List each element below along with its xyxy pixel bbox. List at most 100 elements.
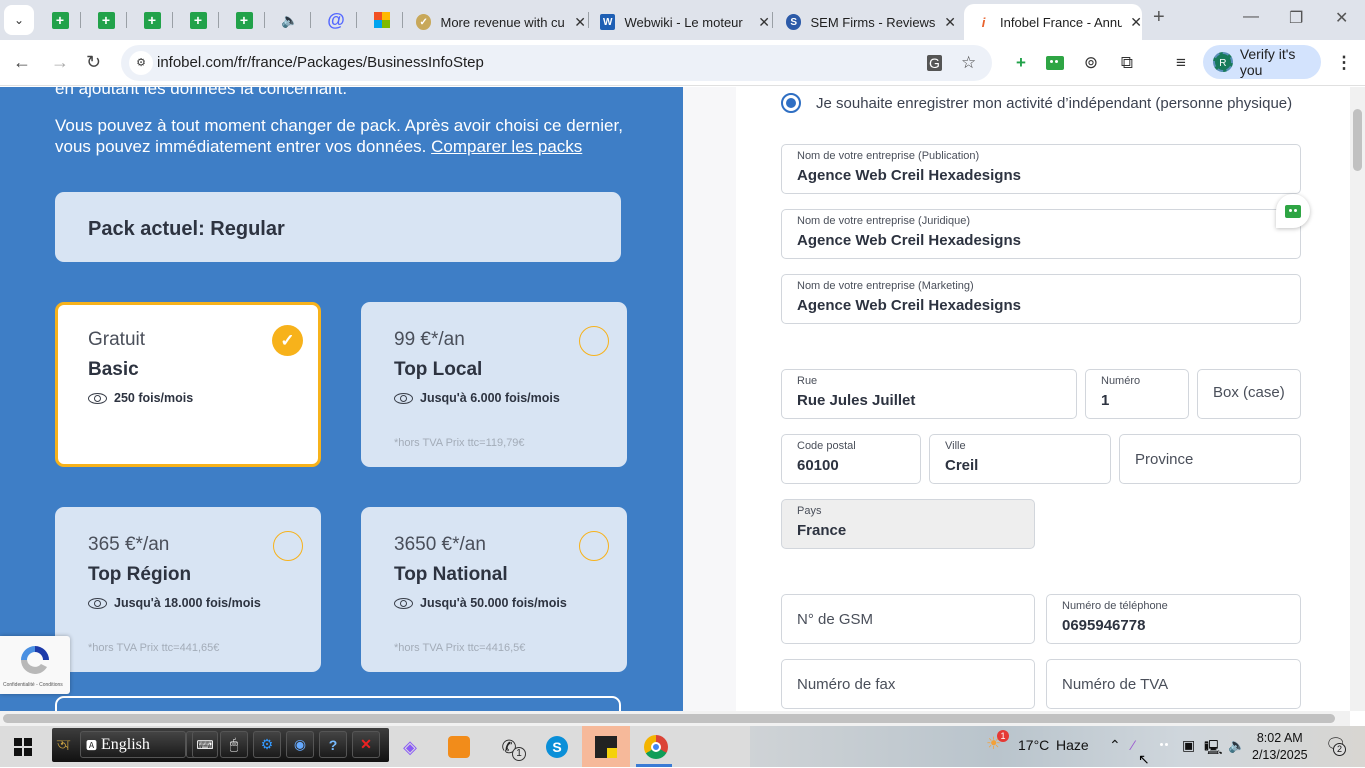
pack-radio[interactable]: [273, 531, 303, 561]
keyboard-icon[interactable]: ⌨: [192, 731, 218, 758]
close-window-button[interactable]: ✕: [1335, 8, 1348, 28]
sticky-notes-icon[interactable]: [591, 732, 621, 762]
pinned-tab[interactable]: [372, 10, 392, 30]
skype-icon[interactable]: S: [542, 732, 572, 762]
pack-card-top-region[interactable]: 365 €*/an Top Région Jusqu'à 18.000 fois…: [55, 507, 321, 672]
tab-more-revenue[interactable]: ✓ More revenue with cu ✕: [406, 4, 586, 40]
compare-packs-link[interactable]: Comparer les packs: [431, 137, 582, 156]
mouse-icon[interactable]: 🖱: [220, 731, 248, 758]
language-select[interactable]: 🅰 English: [80, 731, 186, 758]
roboform-fill-badge[interactable]: [1276, 194, 1310, 228]
close-tab-icon[interactable]: ✕: [944, 14, 956, 31]
extensions-puzzle-icon[interactable]: ⧉: [1116, 52, 1138, 74]
box-field[interactable]: Box (case): [1197, 369, 1301, 419]
weather-condition[interactable]: Haze: [1056, 737, 1089, 753]
copilot-icon[interactable]: ◈: [395, 732, 425, 762]
fax-field[interactable]: Numéro de fax: [781, 659, 1035, 709]
pinned-tab[interactable]: 🔈: [280, 10, 300, 30]
reload-button[interactable]: ↻: [86, 52, 101, 73]
bookmark-star-icon[interactable]: ☆: [961, 53, 976, 73]
system-clock[interactable]: 8:02 AM 2/13/2025: [1252, 730, 1308, 764]
at-sign-icon: @: [327, 9, 345, 30]
mobile-field[interactable]: N° de GSM: [781, 594, 1035, 644]
bengali-input-icon[interactable]: অ: [57, 734, 70, 759]
back-button[interactable]: ←: [13, 52, 31, 73]
google-sheets-icon: +: [97, 11, 115, 29]
url-text[interactable]: infobel.com/fr/france/Packages/BusinessI…: [157, 54, 484, 71]
pack-card-top-local[interactable]: 99 €*/an Top Local Jusqu'à 6.000 fois/mo…: [361, 302, 627, 467]
roboform-icon[interactable]: [1044, 52, 1066, 74]
new-tab-button[interactable]: +: [1153, 6, 1165, 29]
notifications-icon[interactable]: 🗨2: [1325, 735, 1347, 756]
page-viewport: en ajoutant les données la concernant. V…: [0, 87, 1350, 711]
number-field[interactable]: Numéro 1: [1085, 369, 1189, 419]
vertical-scrollbar[interactable]: [1350, 87, 1365, 711]
pinned-tab[interactable]: +: [96, 10, 116, 30]
settings-gear-icon[interactable]: ⚙: [253, 731, 281, 758]
horizontal-scrollbar[interactable]: [0, 711, 1350, 726]
scroll-thumb[interactable]: [1353, 109, 1362, 171]
pinned-tab[interactable]: @: [326, 10, 346, 30]
language-bar: অ 🅰 English ▼ ⌨ 🖱 ⚙ ◉ ? ✕: [52, 728, 389, 762]
weather-temp[interactable]: 17°C: [1018, 737, 1049, 753]
tab-separator: [310, 12, 311, 28]
forward-button[interactable]: →: [51, 52, 69, 73]
independent-option[interactable]: Je souhaite enregistrer mon activité d’i…: [781, 93, 1292, 113]
windows-start-button[interactable]: [14, 738, 32, 756]
menu-kebab-icon[interactable]: ⋮: [1333, 52, 1355, 74]
pinned-tab[interactable]: +: [234, 10, 254, 30]
pack-radio[interactable]: [579, 326, 609, 356]
tab-infobel[interactable]: i Infobel France - Annu ✕: [964, 4, 1142, 40]
city-field[interactable]: Ville Creil: [929, 434, 1111, 484]
street-field[interactable]: Rue Rue Jules Juillet: [781, 369, 1077, 419]
vat-field[interactable]: Numéro de TVA: [1046, 659, 1301, 709]
recaptcha-badge[interactable]: Confidentialité - Conditions: [0, 636, 70, 694]
maximize-button[interactable]: ❐: [1289, 8, 1303, 28]
postal-code-field[interactable]: Code postal 60100: [781, 434, 921, 484]
pinned-tab[interactable]: +: [50, 10, 70, 30]
close-tab-icon[interactable]: ✕: [1130, 14, 1142, 31]
profile-verify-button[interactable]: R Verify it's you: [1203, 45, 1321, 79]
tab-webwiki[interactable]: W Webwiki - Le moteur ✕: [590, 4, 770, 40]
globe-icon[interactable]: ◉: [286, 731, 314, 758]
pack-card-partial[interactable]: [55, 696, 621, 711]
pack-card-basic[interactable]: Gratuit Basic 250 fois/mois ✓: [55, 302, 321, 467]
minimize-button[interactable]: —: [1243, 8, 1259, 26]
scroll-thumb[interactable]: [3, 714, 1335, 723]
pinned-tab[interactable]: +: [142, 10, 162, 30]
phone-field[interactable]: Numéro de téléphone 0695946778: [1046, 594, 1301, 644]
screenshot-app-icon[interactable]: [444, 732, 474, 762]
close-tab-icon[interactable]: ✕: [574, 14, 586, 31]
province-field[interactable]: Province: [1119, 434, 1301, 484]
camera-icon[interactable]: ▣: [1182, 737, 1195, 754]
radio-selected-icon[interactable]: [781, 93, 801, 113]
pinned-tab[interactable]: +: [188, 10, 208, 30]
whatsapp-icon[interactable]: ✆ 1: [494, 732, 526, 762]
company-publication-field[interactable]: Nom de votre entreprise (Publication) Ag…: [781, 144, 1301, 194]
show-hidden-icons-chevron[interactable]: ⌃: [1109, 737, 1121, 754]
media-control-icon[interactable]: ≡: [1170, 52, 1192, 74]
extension-link-icon[interactable]: ⊚: [1080, 52, 1102, 74]
translate-icon[interactable]: G: [927, 55, 942, 71]
weather-icon[interactable]: ☀ 1: [986, 730, 1009, 754]
pack-card-top-national[interactable]: 3650 €*/an Top National Jusqu'à 50.000 f…: [361, 507, 627, 672]
volume-icon[interactable]: 🔈: [1228, 737, 1245, 754]
tab-sem-firms[interactable]: S SEM Firms - Reviews ✕: [776, 4, 956, 40]
address-bar[interactable]: ⚙ infobel.com/fr/france/Packages/Busines…: [121, 45, 992, 81]
pen-icon[interactable]: ⁄: [1132, 737, 1134, 753]
tab-separator: [402, 12, 403, 28]
webwiki-icon: W: [600, 14, 616, 30]
tab-search-button[interactable]: ⌄: [4, 5, 34, 35]
chrome-icon[interactable]: [641, 732, 671, 762]
extension-add-icon[interactable]: +: [1010, 52, 1032, 74]
check-selected-icon[interactable]: ✓: [272, 325, 303, 356]
help-icon[interactable]: ?: [319, 731, 347, 758]
close-langbar-icon[interactable]: ✕: [352, 731, 380, 758]
site-info-icon[interactable]: ⚙: [129, 51, 153, 75]
company-marketing-field[interactable]: Nom de votre entreprise (Marketing) Agen…: [781, 274, 1301, 324]
close-tab-icon[interactable]: ✕: [758, 14, 770, 31]
company-legal-field[interactable]: Nom de votre entreprise (Juridique) Agen…: [781, 209, 1301, 259]
pack-radio[interactable]: [579, 531, 609, 561]
network-icon[interactable]: 🖳: [1204, 737, 1223, 761]
recaptcha-terms[interactable]: Confidentialité - Conditions: [3, 682, 63, 688]
